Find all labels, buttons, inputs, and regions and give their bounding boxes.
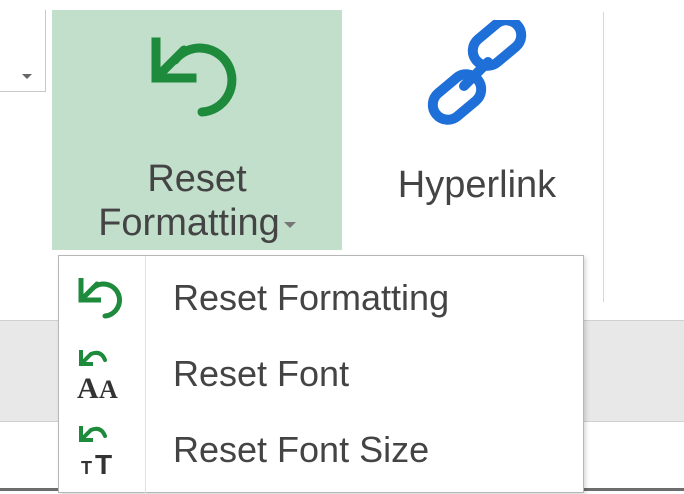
- reset-button-label-text: Formatting: [98, 202, 280, 244]
- chevron-down-icon: [283, 221, 296, 228]
- reset-font-size-icon: T T: [79, 426, 112, 478]
- menu-item-label: Reset Formatting: [173, 277, 450, 318]
- svg-text:T: T: [95, 449, 112, 478]
- hyperlink-icon: [427, 20, 527, 125]
- reset-font-icon: A A: [77, 350, 118, 402]
- reset-button-label-line2: Formatting: [52, 200, 342, 246]
- svg-text:T: T: [81, 458, 92, 478]
- hyperlink-button-label: Hyperlink: [397, 164, 557, 206]
- chevron-down-icon: [22, 74, 32, 79]
- reset-button-label-line1: Reset: [147, 158, 247, 200]
- menu-item-reset-font[interactable]: A A Reset Font: [59, 336, 583, 412]
- svg-text:A: A: [99, 375, 118, 402]
- reset-formatting-icon: [151, 37, 237, 117]
- reset-formatting-menu: Reset Formatting A A Reset Font T T Rese…: [58, 255, 584, 494]
- reset-formatting-button[interactable]: Reset Formatting: [52, 10, 342, 250]
- menu-item-reset-font-size[interactable]: T T Reset Font Size: [59, 412, 583, 488]
- hyperlink-button[interactable]: Hyperlink: [372, 10, 582, 250]
- previous-group-dropdown[interactable]: [0, 10, 46, 92]
- menu-item-label: Reset Font: [173, 353, 350, 394]
- group-divider: [603, 12, 604, 302]
- svg-text:A: A: [77, 372, 99, 402]
- menu-item-label: Reset Font Size: [173, 429, 430, 470]
- reset-formatting-icon: [78, 278, 122, 319]
- menu-item-reset-formatting[interactable]: Reset Formatting: [59, 260, 583, 336]
